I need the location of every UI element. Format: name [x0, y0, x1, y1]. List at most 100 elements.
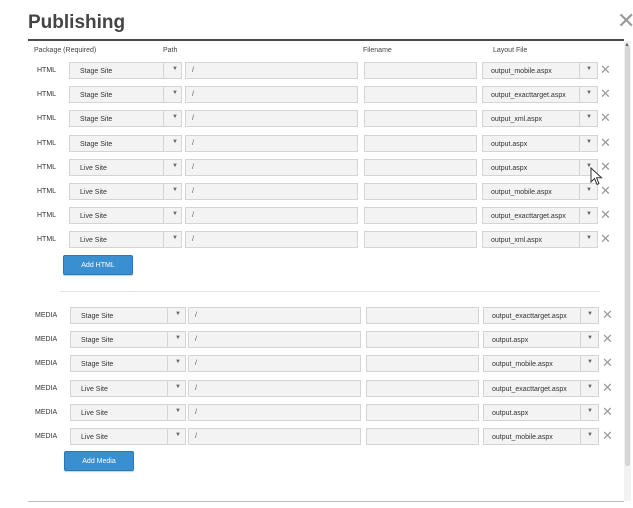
- site-select[interactable]: Stage Site ▼: [69, 62, 182, 79]
- add-media-button[interactable]: Add Media: [64, 451, 134, 471]
- path-input[interactable]: /: [188, 379, 361, 397]
- chevron-down-icon[interactable]: ▼: [172, 235, 178, 241]
- layout-file-select[interactable]: output_xml.aspx ▼: [482, 231, 598, 249]
- path-input[interactable]: /: [185, 207, 358, 225]
- delete-row-icon[interactable]: ✕: [602, 405, 613, 418]
- filename-input[interactable]: [364, 158, 477, 176]
- site-select[interactable]: Live Site ▼: [69, 183, 182, 200]
- layout-file-select[interactable]: output.aspx ▼: [482, 134, 598, 152]
- site-select[interactable]: Live Site ▼: [69, 158, 182, 176]
- layout-file-select[interactable]: output_mobile.aspx ▼: [483, 355, 599, 373]
- chevron-down-icon[interactable]: ▼: [172, 211, 178, 217]
- site-select[interactable]: Stage Site ▼: [70, 307, 186, 324]
- site-select[interactable]: Stage Site ▼: [70, 355, 186, 373]
- chevron-down-icon[interactable]: ▼: [172, 66, 178, 72]
- add-html-button[interactable]: Add HTML: [63, 255, 133, 275]
- filename-input[interactable]: [366, 428, 479, 445]
- delete-row-icon[interactable]: ✕: [602, 356, 613, 369]
- chevron-down-icon[interactable]: ▼: [587, 384, 593, 390]
- chevron-down-icon[interactable]: ▼: [172, 163, 178, 169]
- chevron-down-icon[interactable]: ▼: [172, 187, 178, 193]
- site-select[interactable]: Live Site ▼: [69, 231, 182, 249]
- layout-file-select[interactable]: output.aspx ▼: [482, 158, 598, 176]
- path-input[interactable]: /: [188, 307, 361, 324]
- chevron-down-icon[interactable]: ▼: [586, 66, 592, 72]
- delete-row-icon[interactable]: ✕: [600, 111, 611, 124]
- delete-row-icon[interactable]: ✕: [602, 332, 613, 345]
- delete-row-icon[interactable]: ✕: [600, 87, 611, 100]
- filename-input[interactable]: [364, 183, 477, 200]
- chevron-down-icon[interactable]: ▼: [175, 432, 181, 438]
- filename-input[interactable]: [364, 231, 477, 249]
- chevron-down-icon[interactable]: ▼: [175, 311, 181, 317]
- filename-input[interactable]: [366, 355, 479, 373]
- chevron-down-icon[interactable]: ▼: [586, 90, 592, 96]
- chevron-down-icon[interactable]: ▼: [175, 384, 181, 390]
- site-select[interactable]: Live Site ▼: [70, 428, 186, 445]
- layout-file-select[interactable]: output_xml.aspx ▼: [482, 110, 598, 128]
- delete-row-icon[interactable]: ✕: [602, 429, 613, 442]
- filename-input[interactable]: [366, 307, 479, 324]
- site-select[interactable]: Stage Site ▼: [69, 134, 182, 152]
- site-select[interactable]: Stage Site ▼: [70, 331, 186, 349]
- layout-file-select[interactable]: output_exacttarget.aspx ▼: [482, 86, 598, 104]
- chevron-down-icon[interactable]: ▼: [587, 335, 593, 341]
- chevron-down-icon[interactable]: ▼: [172, 90, 178, 96]
- path-input[interactable]: /: [188, 331, 361, 349]
- path-input[interactable]: /: [188, 355, 361, 373]
- site-select[interactable]: Stage Site ▼: [69, 86, 182, 104]
- chevron-down-icon[interactable]: ▼: [587, 359, 593, 365]
- chevron-down-icon[interactable]: ▼: [175, 335, 181, 341]
- chevron-down-icon[interactable]: ▼: [587, 408, 593, 414]
- chevron-down-icon[interactable]: ▼: [175, 359, 181, 365]
- path-input[interactable]: /: [188, 428, 361, 445]
- filename-input[interactable]: [364, 62, 477, 79]
- chevron-down-icon[interactable]: ▼: [586, 211, 592, 217]
- delete-row-icon[interactable]: ✕: [600, 136, 611, 149]
- layout-file-select[interactable]: output.aspx ▼: [483, 331, 599, 349]
- path-input[interactable]: /: [185, 86, 358, 104]
- delete-row-icon[interactable]: ✕: [602, 308, 613, 321]
- filename-input[interactable]: [366, 331, 479, 349]
- delete-row-icon[interactable]: ✕: [600, 232, 611, 245]
- chevron-down-icon[interactable]: ▼: [586, 235, 592, 241]
- path-input[interactable]: /: [185, 158, 358, 176]
- path-input[interactable]: /: [185, 134, 358, 152]
- chevron-down-icon[interactable]: ▼: [172, 114, 178, 120]
- path-input[interactable]: /: [185, 110, 358, 128]
- chevron-down-icon[interactable]: ▼: [586, 187, 592, 193]
- layout-file-select[interactable]: output_exacttarget.aspx ▼: [483, 379, 599, 397]
- filename-input[interactable]: [364, 134, 477, 152]
- delete-row-icon[interactable]: ✕: [600, 208, 611, 221]
- path-input[interactable]: /: [185, 183, 358, 200]
- site-select[interactable]: Stage Site ▼: [69, 110, 182, 128]
- filename-input[interactable]: [364, 207, 477, 225]
- scroll-up-icon[interactable]: ▲: [624, 42, 630, 48]
- path-input[interactable]: /: [185, 231, 358, 249]
- site-select[interactable]: Live Site ▼: [70, 403, 186, 421]
- chevron-down-icon[interactable]: ▼: [586, 139, 592, 145]
- layout-file-select[interactable]: output_exacttarget.aspx ▼: [483, 307, 599, 324]
- delete-row-icon[interactable]: ✕: [602, 381, 613, 394]
- filename-input[interactable]: [366, 379, 479, 397]
- layout-file-select[interactable]: output_mobile.aspx ▼: [483, 428, 599, 445]
- layout-file-select[interactable]: output_mobile.aspx ▼: [482, 62, 598, 79]
- chevron-down-icon[interactable]: ▼: [586, 114, 592, 120]
- chevron-down-icon[interactable]: ▼: [175, 408, 181, 414]
- filename-input[interactable]: [366, 403, 479, 421]
- site-select[interactable]: Live Site ▼: [70, 379, 186, 397]
- delete-row-icon[interactable]: ✕: [600, 63, 611, 76]
- site-select[interactable]: Live Site ▼: [69, 207, 182, 225]
- scrollbar-thumb[interactable]: [625, 46, 630, 466]
- path-input[interactable]: /: [185, 62, 358, 79]
- chevron-down-icon[interactable]: ▼: [587, 432, 593, 438]
- filename-input[interactable]: [364, 86, 477, 104]
- close-icon[interactable]: ✕: [617, 10, 633, 32]
- chevron-down-icon[interactable]: ▼: [172, 139, 178, 145]
- filename-input[interactable]: [364, 110, 477, 128]
- path-input[interactable]: /: [188, 403, 361, 421]
- chevron-down-icon[interactable]: ▼: [587, 311, 593, 317]
- layout-file-select[interactable]: output.aspx ▼: [483, 403, 599, 421]
- layout-file-select[interactable]: output_exacttarget.aspx ▼: [482, 207, 598, 225]
- layout-file-select[interactable]: output_mobile.aspx ▼: [482, 183, 598, 200]
